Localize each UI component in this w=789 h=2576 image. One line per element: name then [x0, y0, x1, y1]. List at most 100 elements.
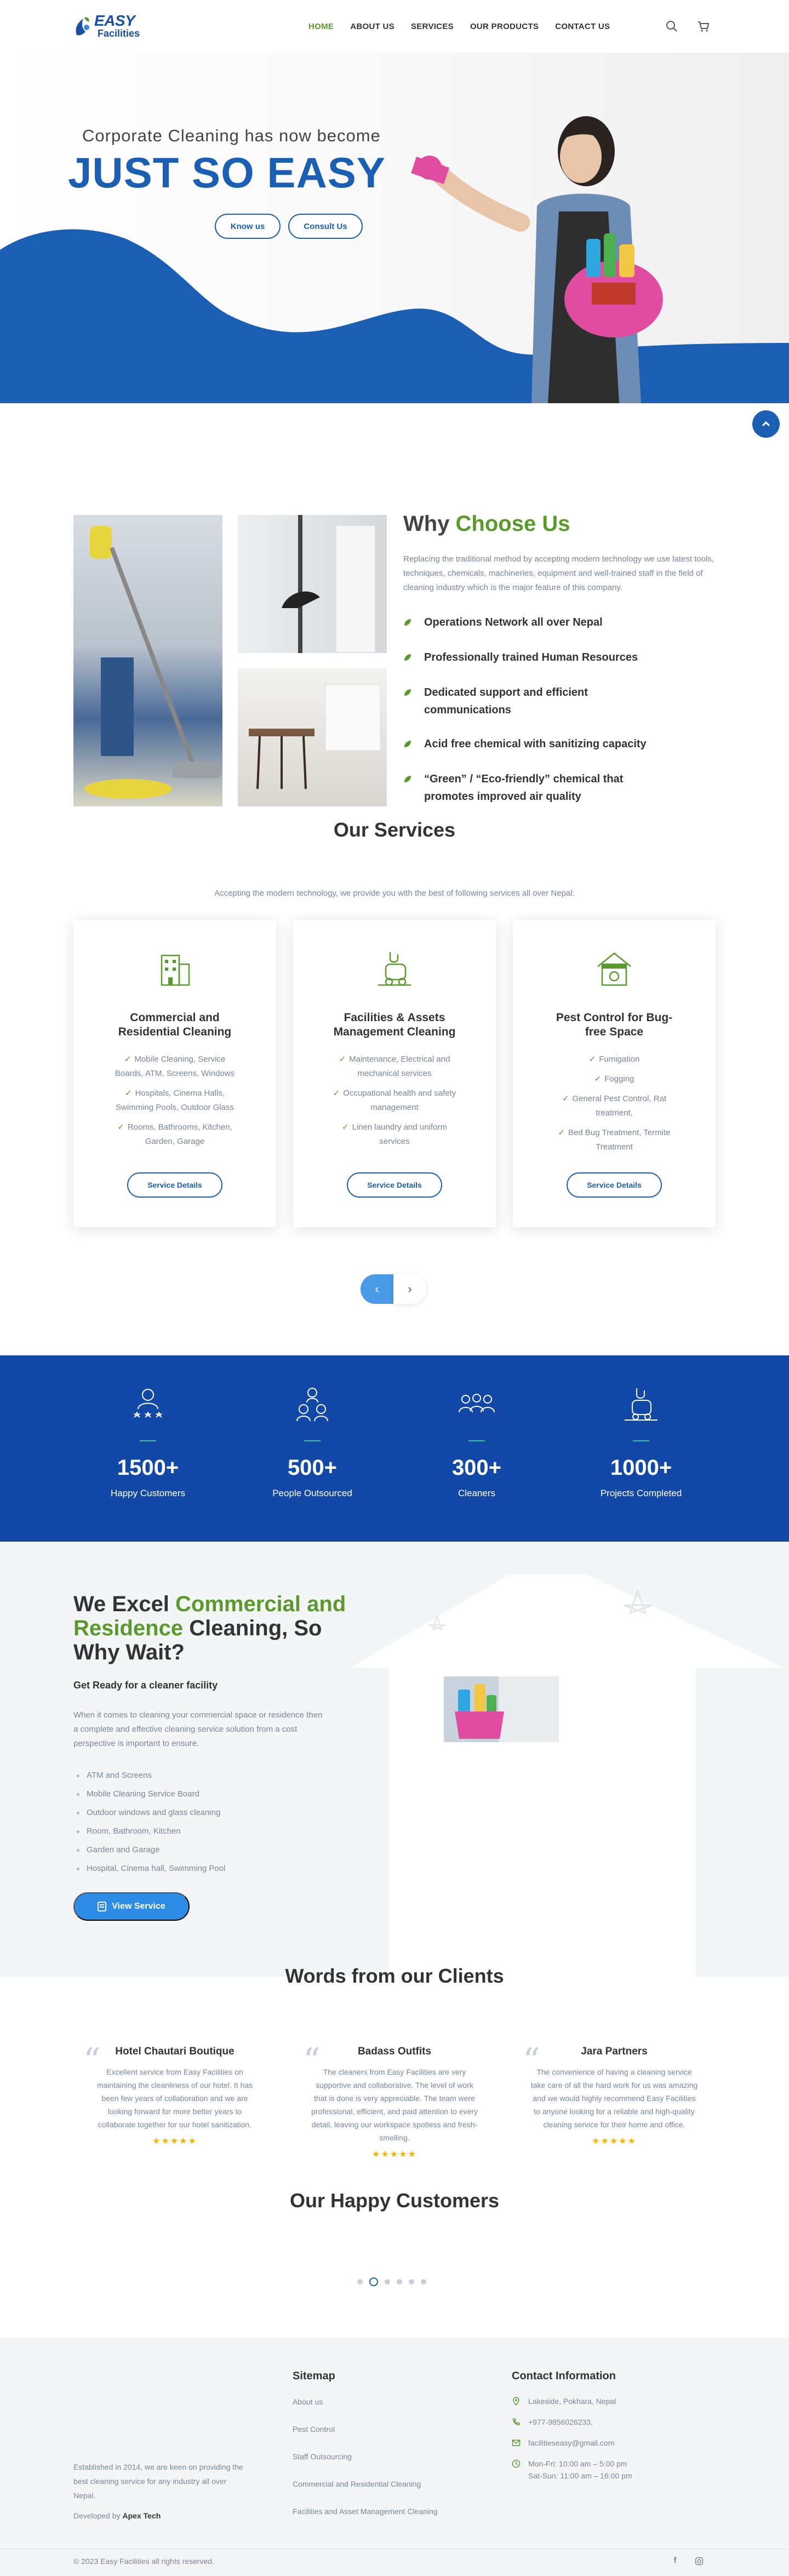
vacuum-icon: [378, 952, 411, 986]
customers-title: Our Happy Customers: [289, 2189, 500, 2212]
footer-link[interactable]: Facilities and Asset Management Cleaning: [293, 2507, 438, 2516]
carousel-dot[interactable]: [397, 2279, 402, 2285]
carousel-dot[interactable]: [421, 2279, 426, 2285]
service-card: Commercial and Residential Cleaning ✓ Mob…: [73, 920, 276, 1227]
leaf-icon: [404, 654, 411, 661]
main-nav: HOME ABOUT US SERVICES OUR PRODUCTS CONT…: [308, 22, 610, 31]
view-service-button[interactable]: View Service: [73, 1892, 190, 1921]
hero-title: JUST SO EASY: [68, 148, 386, 197]
list-item: Dedicated support and efficient communic…: [403, 684, 666, 719]
stat-label: Happy Customers: [110, 1488, 186, 1498]
people-outsourced-icon: [296, 1388, 328, 1422]
consult-us-button[interactable]: Consult Us: [288, 214, 363, 239]
star-rating: ★★★★★: [592, 2137, 637, 2146]
carousel-dot[interactable]: [409, 2279, 414, 2285]
testimonial-card: “ Hotel Chautari Boutique Excellent serv…: [73, 2040, 276, 2146]
logo-line1: EASY: [94, 12, 135, 29]
services-subtitle: Accepting the modern technology, we prov…: [214, 889, 575, 898]
copyright-text: © 2023 Easy Facilities all rights reserv…: [73, 2557, 214, 2566]
footer-developer: Developed by Apex Tech: [73, 2511, 161, 2520]
scroll-to-top-button[interactable]: [752, 410, 780, 438]
facebook-icon[interactable]: f: [670, 2556, 681, 2567]
testimonial-text: Excellent service from Easy Facilities o…: [96, 2068, 253, 2129]
logo[interactable]: EASY Facilities: [73, 13, 140, 38]
next-slide-button[interactable]: ›: [393, 1274, 426, 1304]
service-item: ✓ Linen laundry and uniform services: [341, 1123, 448, 1146]
nav-services[interactable]: SERVICES: [411, 22, 454, 31]
stats-section: 1500+ Happy Customers 500+ People Outsou…: [0, 1355, 789, 1542]
services-title: Our Services: [333, 818, 456, 841]
kitchen-interior-image: [238, 668, 387, 806]
stat-number: 1000+: [610, 1456, 672, 1480]
list-item: Outdoor windows and glass cleaning: [76, 1804, 225, 1822]
developer-link[interactable]: Apex Tech: [123, 2511, 161, 2520]
know-us-button[interactable]: Know us: [215, 214, 281, 239]
testimonial-card: “ Jara Partners The convenience of havin…: [513, 2043, 716, 2146]
phone-icon: [513, 2418, 520, 2425]
service-name: Commercial and Residential Cleaning: [118, 1011, 232, 1038]
leaf-icon: [404, 776, 411, 782]
leaf-icon: [404, 619, 411, 626]
service-item: ✓ Rooms, Bathrooms, Kitchen, Garden, Gara…: [117, 1123, 232, 1146]
service-details-button[interactable]: Service Details: [127, 1172, 222, 1198]
excel-description: When it comes to cleaning your commercia…: [73, 1710, 323, 1748]
hero-subtitle: Corporate Cleaning has now become: [82, 126, 381, 145]
document-icon: [98, 1902, 107, 1911]
carousel-dot[interactable]: [385, 2279, 390, 2285]
nav-home[interactable]: HOME: [308, 22, 334, 31]
cart-icon[interactable]: [697, 20, 710, 33]
service-name: Facilities & Assets Management Cleaning: [333, 1011, 456, 1038]
site-footer: Established in 2014, we are keen on prov…: [0, 2337, 789, 2576]
logo-mark-icon: [76, 17, 89, 36]
stat-item: 300+ Cleaners: [405, 1355, 548, 1499]
footer-bottom-bar: © 2023 Easy Facilities all rights reserv…: [0, 2549, 789, 2576]
email-icon: [512, 2440, 521, 2446]
testimonial-name: Jara Partners: [581, 2046, 648, 2057]
service-card: Pest Control for Bug-free Space ✓ Fumigat…: [513, 920, 716, 1227]
footer-link[interactable]: Pest Control: [293, 2425, 335, 2434]
service-item: ✓ Bed Bug Treatment, Termite Treatment: [558, 1128, 671, 1152]
quote-icon: “: [83, 2040, 101, 2080]
footer-link[interactable]: Commercial and Residential Cleaning: [293, 2480, 421, 2488]
service-item: ✓ Maintenance, Electrical and mechanical …: [339, 1055, 450, 1078]
projects-icon: [625, 1388, 658, 1421]
service-name: Pest Control for Bug-free Space: [556, 1011, 673, 1038]
stat-label: Cleaners: [458, 1488, 496, 1498]
service-item: ✓ Fumigation: [588, 1055, 640, 1064]
list-item: Professionally trained Human Resources: [403, 649, 666, 666]
service-details-button[interactable]: Service Details: [567, 1172, 662, 1198]
contact-address: Lakeside, Pokhara, Nepal: [512, 2395, 616, 2407]
list-item: Room, Bathroom, Kitchen: [76, 1822, 225, 1841]
testimonial-card: “ Badass Outfits The cleaners from Easy …: [293, 2040, 496, 2160]
star-rating: ★★★★★: [372, 2150, 417, 2159]
service-details-button[interactable]: Service Details: [347, 1172, 442, 1198]
why-choose-description: Replacing the traditional method by acce…: [403, 554, 714, 592]
contact-phone[interactable]: +977-9856026233,: [512, 2416, 593, 2428]
contact-email[interactable]: facilitieseasy@gmail.com: [512, 2437, 614, 2449]
instagram-icon[interactable]: [695, 2557, 704, 2566]
nav-about[interactable]: ABOUT US: [350, 22, 395, 31]
building-icon: [161, 954, 190, 986]
nav-contact[interactable]: CONTACT US: [555, 22, 610, 31]
carousel-dot[interactable]: [357, 2279, 363, 2285]
carousel-dot-active[interactable]: [369, 2277, 378, 2286]
list-item: Operations Network all over Nepal: [403, 614, 666, 631]
search-icon[interactable]: [665, 20, 678, 33]
nav-products[interactable]: OUR PRODUCTS: [470, 22, 539, 31]
leaf-icon: [404, 689, 411, 696]
footer-link[interactable]: Staff Outsourcing: [293, 2452, 352, 2461]
list-item: “Green” / “Eco-friendly” chemical that p…: [403, 770, 666, 805]
prev-slide-button[interactable]: ‹: [361, 1274, 393, 1304]
list-item: Hospital, Cinema hall, Swimming Pool: [76, 1859, 225, 1878]
footer-link[interactable]: About us: [293, 2397, 323, 2406]
sitemap-title: Sitemap: [293, 2370, 335, 2382]
testimonials-title: Words from our Clients: [285, 1965, 504, 1987]
list-item: Garden and Garage: [76, 1841, 225, 1859]
interior-lamp-image: [238, 515, 387, 653]
quote-icon: “: [303, 2040, 321, 2080]
excel-title: We Excel Commercial and Residence Cleani…: [73, 1592, 346, 1664]
vacuum-cleaning-image: [73, 515, 222, 806]
footer-about: Established in 2014, we are keen on prov…: [73, 2463, 243, 2500]
stat-number: 1500+: [117, 1456, 179, 1480]
testimonial-name: Hotel Chautari Boutique: [115, 2046, 235, 2057]
